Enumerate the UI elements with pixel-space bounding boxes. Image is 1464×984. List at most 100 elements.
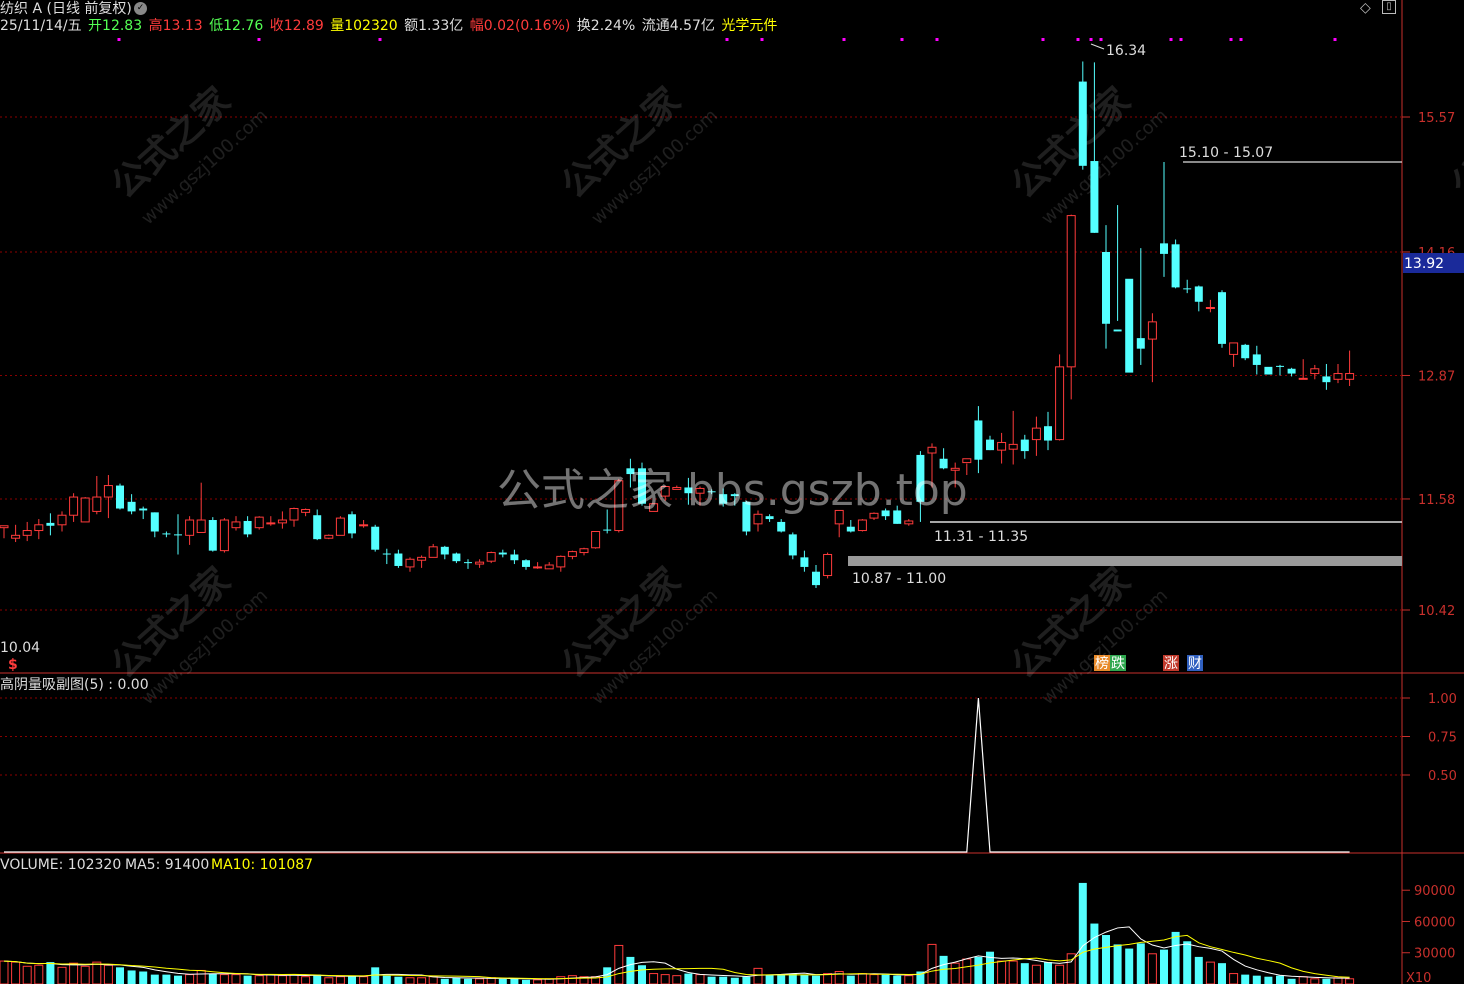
volume-bar-down	[452, 977, 461, 984]
volume-bar-up	[475, 978, 485, 984]
candle-body-down	[1171, 244, 1180, 288]
vol-value: 102320	[344, 18, 398, 34]
watermark-tile: 公式之家www.gszj100.com	[104, 80, 272, 229]
candle-body-up	[80, 497, 90, 523]
volume-bar-down	[522, 979, 530, 984]
dropdown-circle-icon[interactable]: ✓	[134, 2, 147, 15]
volume-bar-down	[742, 976, 751, 984]
volume-bar-down	[730, 977, 739, 984]
candle-body-down	[150, 512, 159, 532]
volume-ma10-line	[3, 934, 1350, 980]
header-bar: 纺织 A (日线 前复权)	[0, 0, 134, 18]
concept-tag[interactable]: 光学元件	[721, 18, 777, 34]
candle-body-down	[174, 534, 182, 536]
volume-corner-label: X10	[1406, 971, 1431, 984]
candle-body-down	[440, 546, 449, 555]
volume-ma10: MA10: 101087	[211, 857, 313, 873]
diamond-icon[interactable]: ◇	[1360, 0, 1371, 16]
candle-body-down	[127, 501, 136, 512]
candle-body-down	[243, 520, 252, 535]
candle-body-up	[904, 520, 914, 525]
watermark-tiles: 公式之家www.gszj100.com 公式之家www.gszj100.com 公式…	[104, 80, 1464, 709]
signal-dot	[1089, 38, 1093, 41]
volume-bar-down	[1020, 963, 1029, 984]
volume-axis: 90000 60000 30000	[1402, 884, 1455, 962]
volume-bar-down	[1102, 935, 1110, 984]
price-tick-label: 10.42	[1418, 604, 1455, 619]
header-date: 25/11/14/五	[0, 18, 82, 34]
signal-dot	[1179, 38, 1183, 41]
badge-cai[interactable]: 财	[1188, 656, 1202, 672]
candle-body-down	[603, 529, 612, 531]
candle-body-down	[1078, 81, 1087, 166]
candle-body-down	[1322, 376, 1331, 383]
signal-dot	[117, 38, 121, 41]
candle-body-down	[1287, 368, 1296, 374]
candle-body-up	[1066, 215, 1076, 368]
volume-bar-up	[1205, 961, 1215, 984]
low-label: 10.04	[0, 640, 40, 656]
candle-body-up	[359, 524, 369, 527]
signal-dot	[1169, 38, 1173, 41]
candle-body-down	[394, 553, 403, 566]
watermark-tile: 公式之家www.gszj100.com	[1004, 560, 1172, 709]
float-cap-value: 流通4.57亿	[641, 18, 715, 34]
candle-body-up	[34, 524, 44, 532]
high-value: 13.13	[162, 18, 203, 34]
volume-bar-down	[348, 975, 356, 984]
volume-bar-up	[1147, 953, 1157, 984]
volume-bar-down	[638, 965, 646, 984]
header-title: 纺织 A (日线 前复权)	[0, 1, 132, 17]
candle-body-up	[1229, 342, 1239, 355]
turnover-value: 换2.24%	[576, 18, 636, 34]
header-quote: 25/11/14/五 开12.83 高13.13 低12.76 收12.89 量…	[0, 17, 779, 35]
volume-bar-up	[185, 974, 195, 984]
signal-dot	[1333, 38, 1337, 41]
annotation-15-10: 15.10 - 15.07	[1179, 145, 1273, 161]
candle-body-up	[289, 508, 299, 521]
volume-bar-up	[428, 976, 438, 984]
peak-pointer	[1090, 43, 1105, 50]
signal-dot	[1229, 38, 1233, 41]
peak-label: 16.34	[1106, 43, 1146, 59]
badge-bang[interactable]: 榜	[1095, 655, 1109, 672]
candle-body-down	[974, 420, 983, 460]
candle-body-up	[591, 531, 601, 549]
volume-bar-down	[1136, 943, 1145, 984]
signal-dot	[378, 38, 382, 41]
candle-body-down	[510, 554, 519, 561]
candle-body-up	[185, 519, 195, 536]
candle-body-down	[116, 485, 124, 509]
candle-body-down	[1183, 288, 1192, 290]
candle-body-up	[22, 530, 32, 536]
volume-bar-down	[382, 975, 391, 984]
volume-bar-up	[0, 960, 9, 984]
signal-dot	[1041, 38, 1045, 41]
volume-bar-down	[1287, 978, 1296, 984]
candle-body-down	[1102, 251, 1110, 324]
badge-zhang[interactable]: 涨	[1164, 656, 1178, 672]
candle-body-up	[533, 566, 543, 569]
volume-bar-up	[34, 964, 44, 984]
volume-tick-label: 30000	[1414, 947, 1455, 962]
volume-bar-up	[254, 975, 264, 984]
candle-body-down	[1241, 344, 1250, 359]
candle-body-up	[927, 446, 937, 454]
volume-bar-down	[1276, 975, 1284, 984]
volume-bar-down	[765, 974, 774, 984]
candle-body-down	[765, 516, 774, 520]
volume-bar-down	[498, 978, 507, 984]
volume-bar-up	[660, 974, 670, 984]
volume-bar-down	[719, 976, 728, 984]
volume-bar-down	[1218, 963, 1226, 984]
sub-tick-label: 1.00	[1428, 692, 1457, 707]
window-toggle-icon[interactable]: ▯	[1382, 0, 1396, 14]
volume-bar-down	[116, 967, 124, 984]
badge-die[interactable]: 跌	[1111, 656, 1125, 672]
volume-bar-up	[614, 944, 624, 984]
candle-body-up	[69, 496, 79, 516]
volume-bar-up	[324, 977, 334, 984]
candle-body-up	[1031, 427, 1041, 441]
candle-body-up	[579, 548, 589, 554]
candle-body-down	[382, 553, 391, 555]
